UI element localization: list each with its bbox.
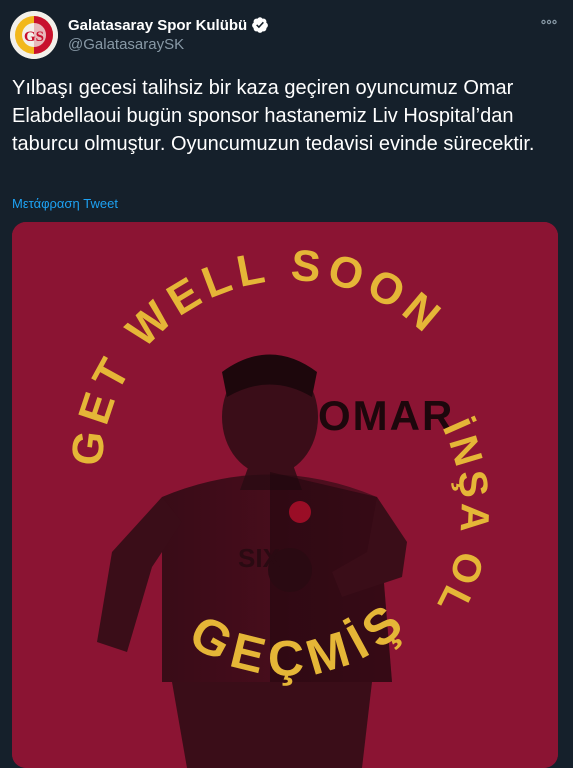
translate-tweet-link[interactable]: Μετάφραση Tweet	[12, 196, 118, 211]
more-options-icon[interactable]	[541, 12, 557, 30]
tweet-text: Yılbaşı gecesi talihsiz bir kaza geçiren…	[12, 77, 535, 155]
galatasaray-crest-icon: GS	[10, 11, 58, 59]
tweet-card: GS Galatasaray Spor Kulübü @GalatasarayS…	[0, 0, 573, 768]
svg-text:GS: GS	[24, 29, 44, 45]
get-well-soon-graphic: SIX OMAR GET WELL SOON! İNŞA OLSUN GEÇMİ…	[12, 222, 558, 768]
account-name[interactable]: Galatasaray Spor Kulübü	[68, 17, 247, 34]
verified-badge-icon	[252, 17, 269, 33]
kit-sponsor: SIX	[238, 543, 281, 573]
player-name: OMAR	[318, 392, 454, 439]
account-name-row[interactable]: Galatasaray Spor Kulübü	[68, 16, 269, 34]
avatar[interactable]: GS	[10, 11, 58, 59]
account-handle[interactable]: @GalatasaraySK	[68, 36, 184, 53]
tweet-media-image[interactable]: SIX OMAR GET WELL SOON! İNŞA OLSUN GEÇMİ…	[12, 222, 558, 768]
